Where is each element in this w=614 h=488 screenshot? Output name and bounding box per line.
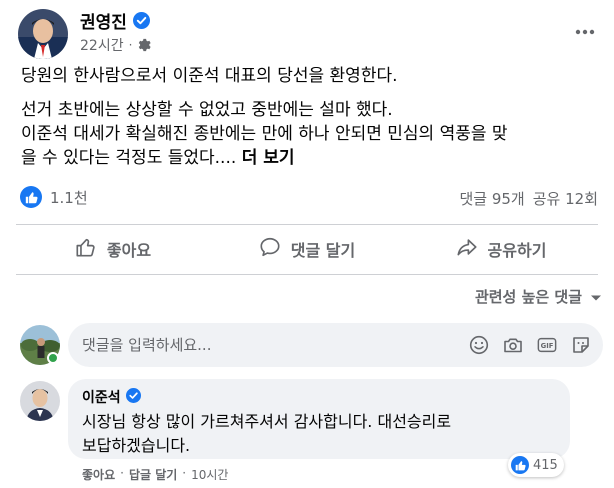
chevron-down-icon (590, 288, 602, 306)
see-more-link[interactable]: 더 보기 (242, 148, 295, 168)
more-options-button[interactable] (570, 14, 600, 44)
emoji-icon[interactable] (469, 335, 489, 355)
separator-dot: · (120, 466, 124, 480)
verified-icon (132, 11, 150, 29)
post-line: 이준석 대세가 확실해진 종반에는 만에 하나 안되면 민심의 역풍을 맞 (21, 124, 508, 144)
comment-input[interactable] (82, 336, 469, 354)
gif-icon[interactable]: GIF (537, 335, 557, 355)
comment-button[interactable]: 댓글 달기 (210, 226, 404, 272)
comment-reply-button[interactable]: 답글 달기 (129, 466, 177, 483)
comment-reaction-count: 415 (533, 457, 558, 473)
gear-icon[interactable] (137, 38, 152, 52)
comment-line: 시장님 항상 많이 가르쳐주셔서 감사합니다. 대선승리로 (82, 412, 452, 431)
comment-bubble: 이준석 시장님 항상 많이 가르쳐주셔서 감사합니다. 대선승리로 보답하겠습니… (68, 379, 570, 459)
post-line-text: 을 수 있다는 걱정도 들었다.... (21, 148, 237, 168)
share-label: 공유하기 (487, 241, 547, 260)
svg-text:GIF: GIF (541, 342, 554, 350)
post-time[interactable]: 22시간 (80, 35, 124, 55)
divider (16, 224, 598, 225)
comment-icon (259, 236, 281, 262)
commenter-name[interactable]: 이준석 (82, 387, 121, 407)
sticker-icon[interactable] (571, 335, 591, 355)
like-icon (75, 236, 97, 262)
verified-icon (125, 387, 141, 407)
likes-count: 1.1천 (50, 188, 88, 207)
like-button[interactable]: 좋아요 (16, 226, 210, 272)
online-status-indicator (47, 352, 59, 364)
comments-count[interactable]: 댓글 95개 (459, 188, 524, 209)
comment-label: 댓글 달기 (290, 241, 356, 260)
comment-time[interactable]: 10시간 (191, 466, 228, 483)
post-paragraph-1: 당원의 한사람으로서 이준석 대표의 당선을 환영한다. (21, 66, 398, 86)
post-paragraph-2: 선거 초반에는 상상할 수 없었고 중반에는 설마 했다. 이준석 대세가 확실… (21, 98, 601, 170)
camera-icon[interactable] (503, 335, 523, 355)
author-avatar[interactable] (18, 9, 68, 59)
share-icon (456, 236, 478, 262)
like-label: 좋아요 (106, 241, 152, 260)
comment-like-button[interactable]: 좋아요 (82, 466, 115, 483)
comment-sort-dropdown[interactable]: 관련성 높은 댓글 (475, 286, 602, 307)
like-icon (511, 456, 529, 474)
post-line: 선거 초반에는 상상할 수 없었고 중반에는 설마 했다. (21, 100, 393, 120)
comment-composer: GIF (68, 323, 603, 367)
commenter-avatar[interactable] (20, 381, 60, 421)
separator-dot: · (182, 466, 187, 480)
reaction-summary[interactable]: 1.1천 (20, 186, 88, 208)
more-icon (575, 20, 595, 39)
like-icon (20, 186, 42, 208)
author-name[interactable]: 권영진 (80, 8, 127, 33)
action-bar: 좋아요 댓글 달기 공유하기 (16, 226, 598, 272)
shares-count[interactable]: 공유 12회 (533, 188, 598, 209)
comment-text: 시장님 항상 많이 가르쳐주셔서 감사합니다. 대선승리로 보답하겠습니다. (82, 410, 556, 458)
comment-line: 보답하겠습니다. (82, 436, 191, 455)
sort-label: 관련성 높은 댓글 (474, 288, 582, 306)
post-line: 을 수 있다는 걱정도 들었다.... 더 보기 (21, 146, 601, 170)
share-button[interactable]: 공유하기 (404, 226, 598, 272)
divider (16, 274, 598, 275)
separator-dot: · (128, 38, 133, 52)
comment-reactions[interactable]: 415 (508, 453, 564, 477)
